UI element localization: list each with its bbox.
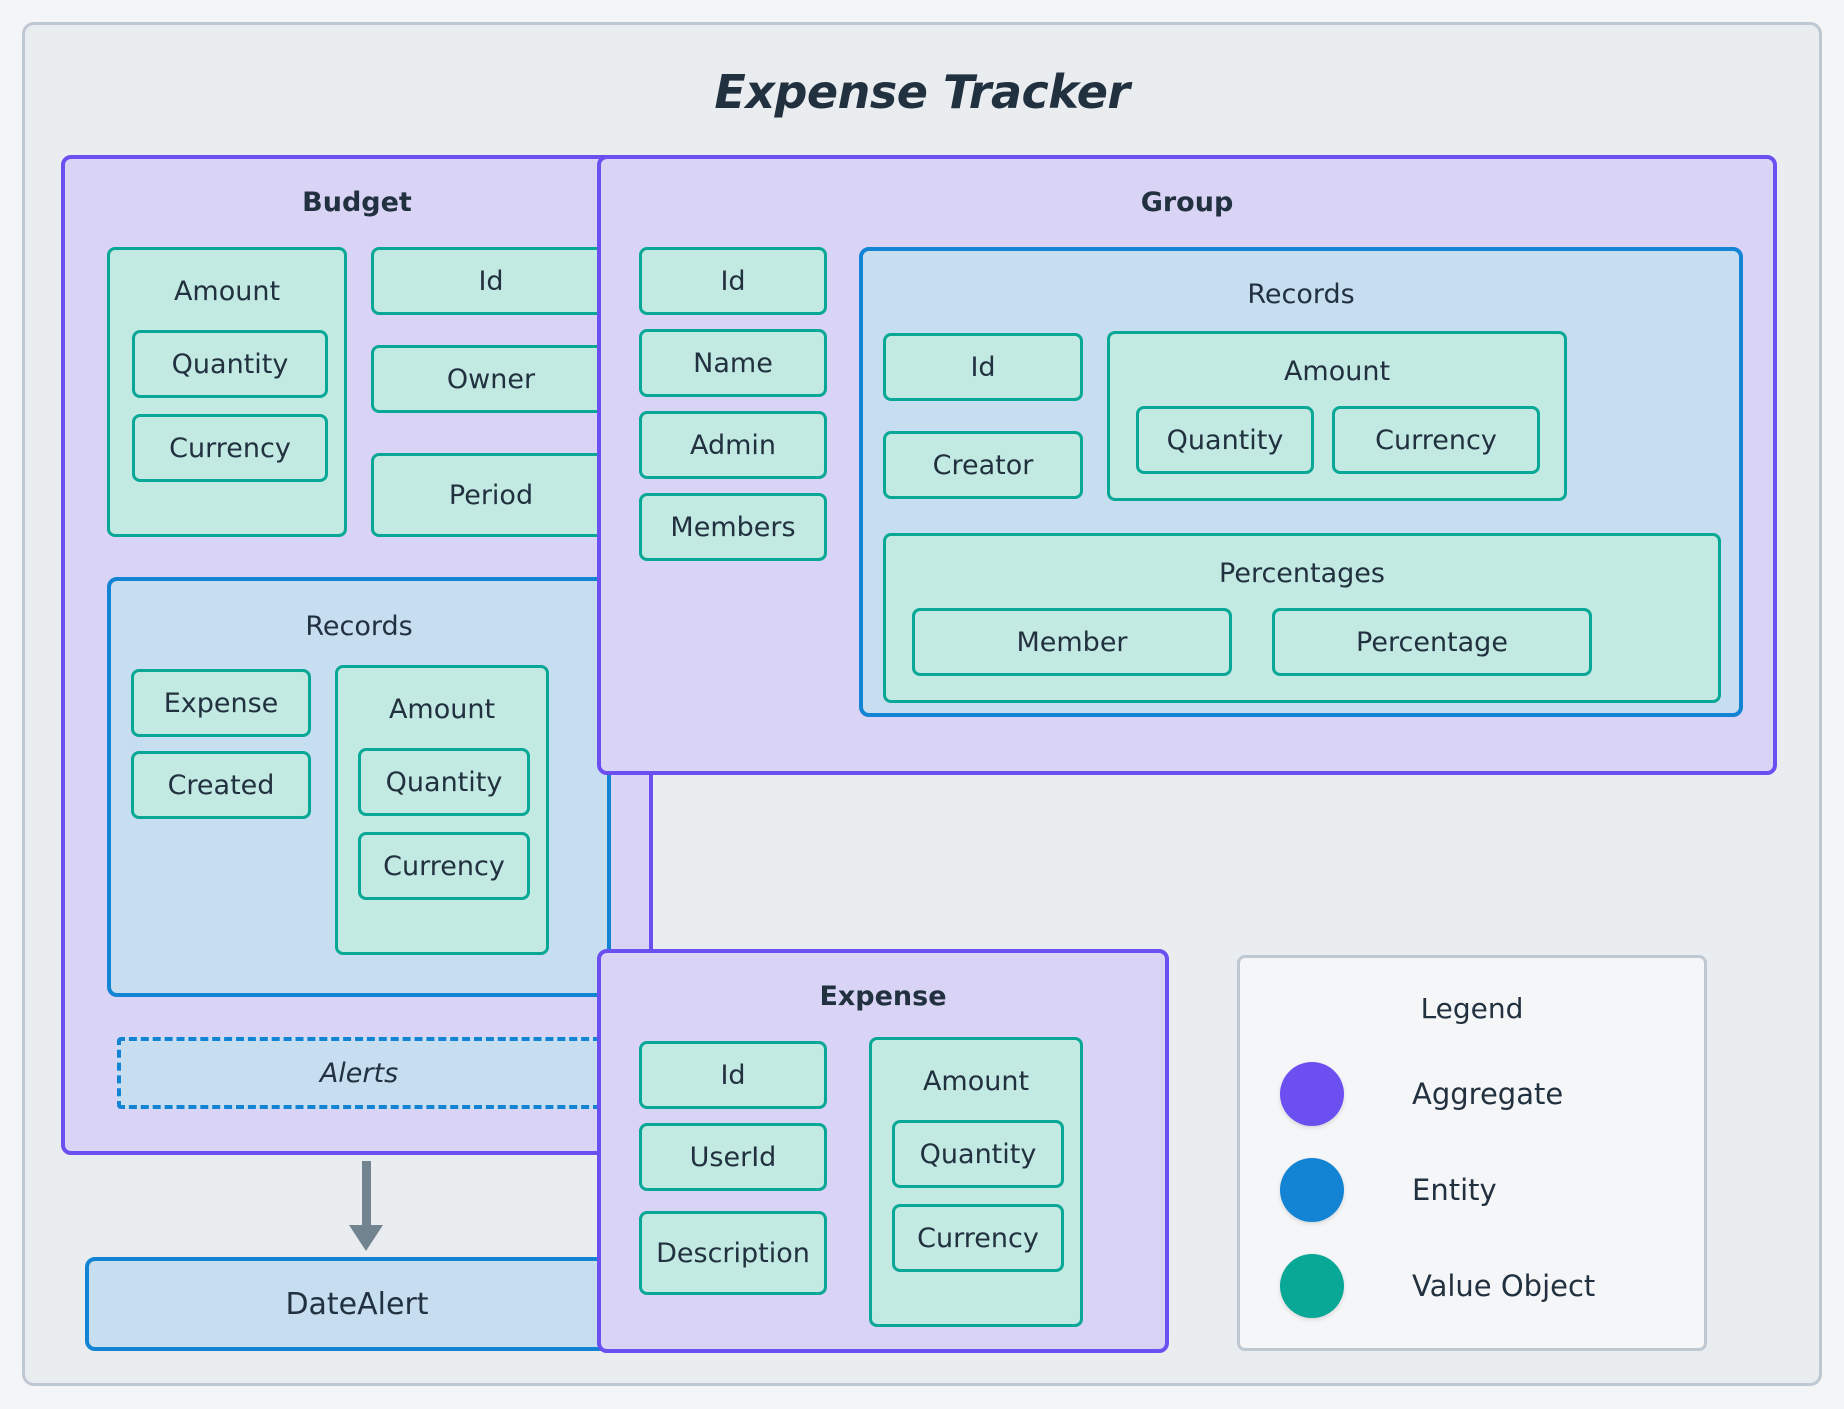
budget-field-owner-label: Owner [446, 363, 536, 395]
expense-field-id[interactable]: Id [639, 1041, 827, 1109]
entity-budget-records[interactable]: Records Expense Created Amount Quantity … [107, 577, 611, 997]
group-records-percentages-percentage[interactable]: Percentage [1272, 608, 1592, 676]
expense-amount-label: Amount [922, 1066, 1030, 1097]
budget-records-amount-label: Amount [388, 694, 496, 725]
budget-field-period-label: Period [448, 479, 534, 511]
legend-panel: Legend Aggregate Entity Value Object [1237, 955, 1707, 1351]
legend-item-value-object-label: Value Object [1412, 1269, 1596, 1303]
entity-date-alert[interactable]: DateAlert [85, 1257, 629, 1351]
expense-title: Expense [819, 981, 947, 1012]
value-object-circle-icon [1280, 1254, 1344, 1318]
group-records-amount-currency-label: Currency [1375, 424, 1497, 456]
group-field-admin[interactable]: Admin [639, 411, 827, 479]
group-records-id-label: Id [970, 351, 996, 383]
expense-field-id-label: Id [720, 1059, 746, 1091]
budget-field-owner[interactable]: Owner [371, 345, 611, 413]
legend-item-value-object: Value Object [1280, 1254, 1595, 1318]
group-records-amount-group[interactable]: Amount Quantity Currency [1107, 331, 1567, 501]
budget-alerts-label: Alerts [319, 1057, 399, 1089]
legend-item-entity: Entity [1280, 1158, 1497, 1222]
entity-budget-alerts[interactable]: Alerts [117, 1037, 601, 1109]
group-records-id[interactable]: Id [883, 333, 1083, 401]
date-alert-label: DateAlert [285, 1286, 429, 1322]
arrow-shaft [362, 1161, 371, 1231]
group-records-percentages-label: Percentages [1219, 558, 1385, 589]
aggregate-expense[interactable]: Expense Id UserId Description Amount Qua… [597, 949, 1169, 1353]
budget-amount-label: Amount [173, 276, 281, 307]
budget-amount-currency[interactable]: Currency [132, 414, 328, 482]
page-title: Expense Tracker [714, 65, 1130, 119]
entity-circle-icon [1280, 1158, 1344, 1222]
expense-field-userid[interactable]: UserId [639, 1123, 827, 1191]
budget-records-amount-group[interactable]: Amount Quantity Currency [335, 665, 549, 955]
budget-title: Budget [302, 187, 412, 218]
aggregate-budget[interactable]: Budget Amount Quantity Currency Id Owner… [61, 155, 653, 1155]
legend-item-aggregate-label: Aggregate [1412, 1077, 1564, 1111]
group-records-percentages-member-label: Member [1016, 626, 1128, 658]
group-field-name-label: Name [693, 347, 773, 379]
group-records-amount-quantity[interactable]: Quantity [1136, 406, 1314, 474]
expense-field-userid-label: UserId [689, 1141, 777, 1173]
budget-amount-quantity[interactable]: Quantity [132, 330, 328, 398]
budget-records-amount-currency[interactable]: Currency [358, 832, 530, 900]
group-records-percentages-group[interactable]: Percentages Member Percentage [883, 533, 1721, 703]
budget-field-id-label: Id [478, 265, 504, 297]
expense-field-description-label: Description [656, 1237, 810, 1269]
budget-amount-currency-label: Currency [169, 432, 291, 464]
budget-records-created-label: Created [167, 769, 275, 801]
budget-records-expense-label: Expense [163, 687, 279, 719]
budget-records-expense[interactable]: Expense [131, 669, 311, 737]
group-field-members[interactable]: Members [639, 493, 827, 561]
group-field-members-label: Members [670, 511, 796, 543]
budget-records-created[interactable]: Created [131, 751, 311, 819]
group-records-percentages-percentage-label: Percentage [1356, 626, 1508, 658]
group-records-amount-quantity-label: Quantity [1166, 424, 1284, 456]
group-records-creator-label: Creator [932, 449, 1034, 481]
legend-title: Legend [1420, 992, 1524, 1025]
group-field-id-label: Id [720, 265, 746, 297]
expense-amount-group[interactable]: Amount Quantity Currency [869, 1037, 1083, 1327]
budget-amount-quantity-label: Quantity [171, 348, 289, 380]
budget-records-amount-quantity[interactable]: Quantity [358, 748, 530, 816]
expense-amount-currency-label: Currency [917, 1222, 1039, 1254]
expense-amount-quantity-label: Quantity [919, 1138, 1037, 1170]
group-field-name[interactable]: Name [639, 329, 827, 397]
expense-amount-quantity[interactable]: Quantity [892, 1120, 1064, 1188]
group-records-amount-label: Amount [1283, 356, 1391, 387]
budget-records-title: Records [305, 611, 413, 642]
aggregate-group[interactable]: Group Id Name Admin Members Records Id C… [597, 155, 1777, 775]
expense-amount-currency[interactable]: Currency [892, 1204, 1064, 1272]
group-records-amount-currency[interactable]: Currency [1332, 406, 1540, 474]
entity-group-records[interactable]: Records Id Creator Amount Quantity Curre… [859, 247, 1743, 717]
expense-field-description[interactable]: Description [639, 1211, 827, 1295]
legend-item-entity-label: Entity [1412, 1173, 1497, 1207]
group-field-id[interactable]: Id [639, 247, 827, 315]
group-field-admin-label: Admin [689, 429, 777, 461]
legend-item-aggregate: Aggregate [1280, 1062, 1563, 1126]
budget-field-id[interactable]: Id [371, 247, 611, 315]
aggregate-circle-icon [1280, 1062, 1344, 1126]
group-records-creator[interactable]: Creator [883, 431, 1083, 499]
group-title: Group [1140, 187, 1234, 218]
diagram-frame: Expense Tracker Budget Amount Quantity C… [22, 22, 1822, 1386]
budget-records-amount-quantity-label: Quantity [385, 766, 503, 798]
arrow-head-icon [349, 1225, 383, 1251]
group-records-percentages-member[interactable]: Member [912, 608, 1232, 676]
budget-amount-group[interactable]: Amount Quantity Currency [107, 247, 347, 537]
budget-records-amount-currency-label: Currency [383, 850, 505, 882]
group-records-title: Records [1247, 279, 1355, 310]
budget-field-period[interactable]: Period [371, 453, 611, 537]
